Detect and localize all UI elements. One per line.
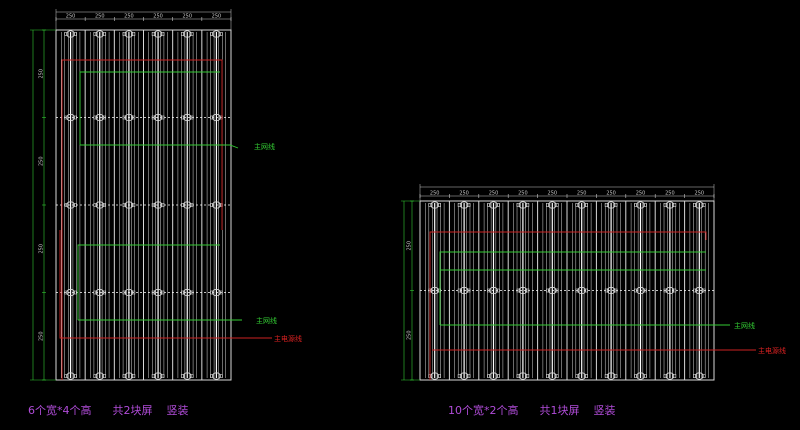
power-cable-label: 主电源线 (274, 334, 302, 343)
left-panel-group: 250 250 250 250 250 250 250 250 250 250 主网线主电源线 主网线 (30, 9, 302, 381)
dim-label-top: 250 (182, 14, 192, 20)
power-cable-route (429, 231, 707, 380)
cad-drawing: 250 250 250 250 250 250 250 250 250 250 主网线主电源线 主网线… (30, 9, 786, 381)
dim-label-top: 250 (459, 191, 469, 197)
dim-label-top: 250 (548, 191, 558, 197)
dim-label-top: 250 (430, 191, 440, 197)
dim-label-side: 250 (407, 241, 413, 251)
network-cable-label: 主网线 (254, 142, 275, 151)
network-cable-route (79, 71, 220, 145)
dim-label-top: 250 (695, 191, 705, 197)
power-cable-route (59, 230, 272, 339)
dim-label-top: 250 (124, 14, 134, 20)
right-panel-group: 250 250 250 250 250 250 250 250 250 250 250 250 主网线主… (401, 184, 786, 381)
dim-label-side: 250 (39, 244, 45, 254)
network-cable-label: 主网线 (734, 321, 755, 330)
dim-label-side: 250 (39, 331, 45, 341)
dim-label-top: 250 (212, 14, 222, 20)
left-panel-caption: 6个宽*4个高 共2块屏 竖装 (28, 404, 189, 417)
dim-label-top: 250 (606, 191, 616, 197)
power-cable-route (61, 59, 223, 380)
dim-label-side: 250 (39, 69, 45, 79)
dim-label-side: 250 (407, 330, 413, 340)
dim-label-top: 250 (577, 191, 587, 197)
dim-label-side: 250 (39, 156, 45, 166)
power-cable-label: 主电源线 (758, 346, 786, 355)
dim-label-top: 250 (66, 14, 76, 20)
right-panel-caption: 10个宽*2个高 共1块屏 竖装 (448, 404, 616, 417)
dim-label-top: 250 (636, 191, 646, 197)
dim-label-top: 250 (95, 14, 105, 20)
dim-label-top: 250 (665, 191, 675, 197)
dim-label-top: 250 (518, 191, 528, 197)
network-cable-label: 主网线 (256, 316, 277, 325)
dim-label-top: 250 (489, 191, 499, 197)
dim-label-top: 250 (153, 14, 163, 20)
